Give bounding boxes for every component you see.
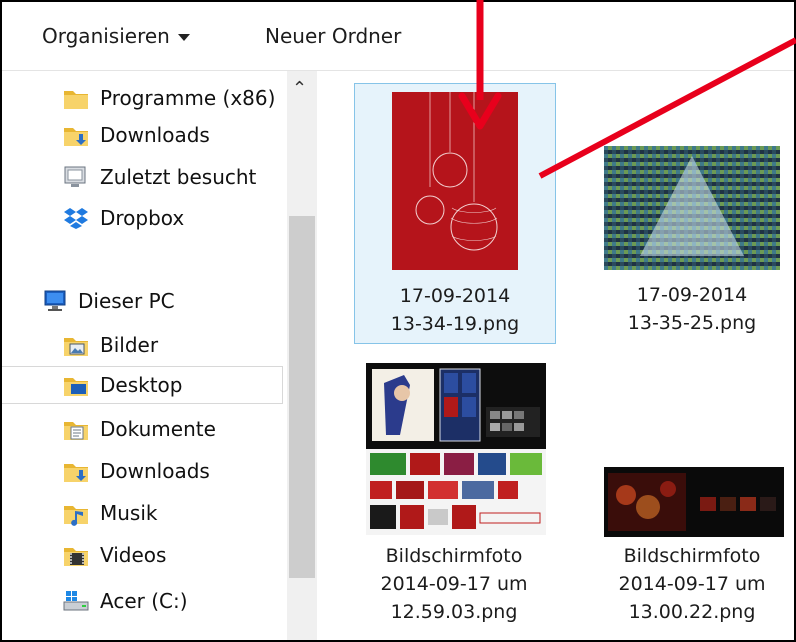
file-name-line: 17-09-2014 [636,284,748,306]
nav-item-dieser-pc[interactable]: Dieser PC [40,283,260,319]
file-name-line: Bildschirmfoto [623,545,761,567]
music-folder-icon [64,506,88,526]
file-tile[interactable]: Bildschirmfoto 2014-09-17 um 12.59.03.pn… [354,358,554,640]
nav-item-dropbox[interactable]: Dropbox [62,200,282,236]
nav-item-label: Dieser PC [78,289,175,313]
nav-item-label: Dokumente [100,417,216,441]
thumbnail-screenshot-dark [604,467,784,537]
new-folder-button[interactable]: Neuer Ordner [265,24,401,48]
nav-item-downloads[interactable]: Downloads [62,117,282,153]
nav-item-label: Musik [100,501,158,525]
videos-folder-icon [64,548,88,566]
nav-item-desktop[interactable]: Desktop [2,366,283,404]
nav-item-downloads-2[interactable]: Downloads [62,453,282,489]
file-name-line: 2014-09-17 um [380,573,528,595]
nav-item-label: Videos [100,543,167,567]
nav-item-label: Zuletzt besucht [100,165,257,189]
chevron-down-icon [177,34,190,41]
scroll-up-arrow-icon[interactable]: ⌃ [292,78,307,99]
downloads-folder-icon [64,128,88,146]
desktop-folder-icon [64,378,88,396]
organize-label: Organisieren [42,24,170,48]
nav-item-label: Desktop [100,373,183,397]
file-tile[interactable]: 17-09-2014 13-35-25.png [592,83,792,342]
file-name-line: 13-35-25.png [627,312,757,334]
organize-button[interactable]: Organisieren [42,24,190,48]
thumbnail-mosaic-tree [604,146,780,270]
nav-item-zuletzt-besucht[interactable]: Zuletzt besucht [62,159,282,195]
file-tile[interactable]: Bildschirmfoto 2014-09-17 um 13.00.22.pn… [592,358,792,640]
nav-item-dokumente[interactable]: Dokumente [62,411,282,447]
documents-folder-icon [64,422,88,440]
file-name-line: 13-34-19.png [390,313,520,335]
nav-item-programme-x86[interactable]: Programme (x86) [62,80,282,116]
recent-places-icon [64,166,86,187]
pictures-folder-icon [64,338,88,356]
file-name-line: 13.00.22.png [628,601,756,623]
downloads-folder-icon [64,464,88,482]
file-name-line: 17-09-2014 [399,285,511,307]
nav-item-acer-c[interactable]: Acer (C:) [62,583,282,619]
file-name-line: 12.59.03.png [390,601,518,623]
nav-item-videos[interactable]: Videos [62,537,282,573]
nav-item-label: Downloads [100,459,210,483]
nav-item-label: Programme (x86) [100,86,276,110]
dropbox-icon [64,208,88,229]
nav-item-label: Acer (C:) [100,589,188,613]
nav-item-label: Bilder [100,333,159,357]
nav-item-musik[interactable]: Musik [62,495,282,531]
computer-icon [44,290,66,311]
nav-item-label: Dropbox [100,206,185,230]
file-name-line: Bildschirmfoto [385,545,523,567]
command-bar: Organisieren Neuer Ordner [2,2,794,71]
scrollbar-thumb[interactable] [289,216,315,578]
nav-item-label: Downloads [100,123,210,147]
thumbnail-christmas-card [392,92,518,270]
drive-icon [63,591,89,611]
thumbnail-screenshot-collage [366,363,546,535]
nav-item-bilder[interactable]: Bilder [62,327,282,363]
file-tile[interactable]: 17-09-2014 13-34-19.png [354,83,556,344]
file-name-line: 2014-09-17 um [618,573,766,595]
folder-icon [64,91,88,109]
